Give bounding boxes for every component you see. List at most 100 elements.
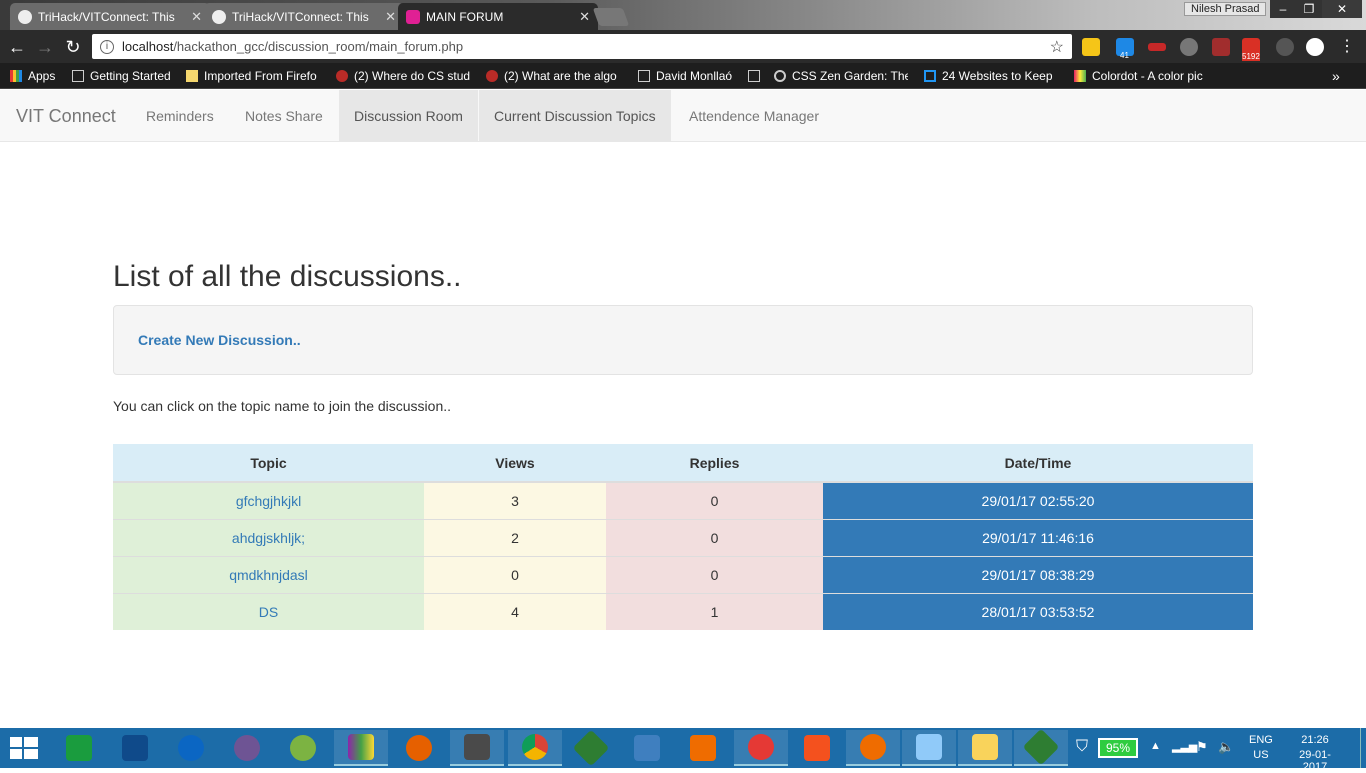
browser-tab-1[interactable]: TriHack/VITConnect: This ✕ [10, 3, 210, 30]
bookmark-apps[interactable]: Apps [10, 68, 66, 84]
bookmark-colordot[interactable]: Colordot - A color pic [1074, 68, 1210, 84]
folder-icon [186, 70, 198, 82]
teamviewer-app-icon[interactable] [164, 730, 218, 766]
bookmark-quora-1[interactable]: (2) Where do CS stud [336, 68, 472, 84]
bookmark-getting-started[interactable]: Getting Started [72, 68, 176, 84]
speaker-icon[interactable]: 🔈 [1218, 739, 1234, 755]
reload-icon[interactable]: ↻ [62, 36, 84, 58]
language-indicator[interactable]: ENG US [1249, 734, 1273, 761]
create-discussion-well: Create New Discussion.. [113, 305, 1253, 375]
site-brand[interactable]: VIT Connect [16, 90, 116, 142]
firefox-app-icon[interactable] [392, 730, 446, 766]
bookmark-quora-2[interactable]: (2) What are the algo [486, 68, 622, 84]
bookmark-css-zen[interactable]: CSS Zen Garden: The [774, 68, 908, 84]
chat-badge: 41 [1120, 51, 1129, 60]
todo-extension-icon[interactable] [1082, 38, 1100, 56]
defender-icon[interactable]: ⛉ [1076, 738, 1088, 756]
views-cell: 3 [424, 481, 606, 519]
vpn-extension-icon[interactable] [1180, 38, 1198, 56]
bookmark-label: Imported From Firefo [204, 69, 317, 83]
profile-button[interactable]: Nilesh Prasad [1184, 2, 1267, 16]
android-studio-app-icon[interactable] [276, 730, 330, 766]
browser-tab-2[interactable]: TriHack/VITConnect: This ✕ [204, 3, 404, 30]
new-tab-button[interactable] [592, 8, 630, 26]
battery-indicator[interactable]: 95% [1098, 738, 1138, 758]
apps-grid-icon [10, 70, 22, 82]
nav-attendence-manager[interactable]: Attendence Manager [674, 90, 834, 142]
ext-icon[interactable] [1306, 38, 1324, 56]
nav-notes-share[interactable]: Notes Share [230, 90, 338, 142]
pdf-app-icon[interactable] [846, 730, 900, 766]
sticky-app-icon[interactable] [734, 730, 788, 766]
u-icon [924, 70, 936, 82]
chat-extension-icon[interactable]: 41 [1116, 38, 1134, 60]
media-player-app-icon[interactable] [676, 730, 730, 766]
bookmark-imported-firefox[interactable]: Imported From Firefo [186, 68, 320, 84]
info-icon[interactable]: i [100, 39, 114, 54]
forward-arrow-icon[interactable]: → [34, 36, 56, 58]
maximize-button[interactable]: ❐ [1296, 0, 1322, 18]
page-icon [748, 70, 760, 82]
gmail-extension-icon[interactable]: 5192 [1242, 38, 1260, 61]
nav-reminders[interactable]: Reminders [131, 90, 229, 142]
close-tab-icon[interactable]: ✕ [385, 9, 396, 25]
close-tab-icon[interactable]: ✕ [579, 9, 590, 25]
bookmark-24-websites[interactable]: 24 Websites to Keep [924, 68, 1056, 84]
bookmark-label: CSS Zen Garden: The [792, 69, 908, 83]
explorer-app-icon[interactable] [958, 730, 1012, 766]
chrome-app-icon[interactable] [508, 730, 562, 766]
topic-link[interactable]: ahdgjskhljk; [113, 518, 424, 556]
powershell-app-icon[interactable] [108, 730, 162, 766]
region-code: US [1253, 749, 1269, 761]
capture-app-icon[interactable] [790, 730, 844, 766]
windows-start-icon[interactable] [10, 737, 38, 759]
winrar-app-icon[interactable] [334, 730, 388, 766]
browser-tab-3[interactable]: MAIN FORUM ✕ [398, 3, 598, 30]
store-app-icon[interactable] [52, 730, 106, 766]
site-navbar: VIT Connect Reminders Notes Share Discus… [0, 90, 1366, 142]
notepad-app-icon[interactable] [902, 730, 956, 766]
bookmark-star-icon[interactable]: ☆ [1050, 37, 1064, 57]
t-extension-icon[interactable] [1212, 38, 1230, 56]
language-code: ENG [1249, 734, 1273, 746]
git-gui-app-icon[interactable] [1014, 728, 1068, 766]
page-icon [638, 70, 650, 82]
header-topic: Topic [113, 444, 424, 483]
bookmark-label: 24 Websites to Keep [942, 69, 1053, 83]
show-desktop-button[interactable] [1360, 728, 1366, 768]
recording-extension-icon[interactable] [1148, 43, 1166, 51]
discussions-table: Topic Views Replies Date/Time gfchgjhkjk… [113, 444, 1253, 630]
topic-link[interactable]: DS [113, 592, 424, 630]
more-bookmarks-icon[interactable]: » [1332, 68, 1348, 84]
nav-discussion-room[interactable]: Discussion Room [339, 90, 478, 142]
bookmark-blank[interactable] [748, 68, 764, 84]
minimize-button[interactable]: – [1270, 0, 1296, 18]
sublime-app-icon[interactable] [450, 730, 504, 766]
github-desktop-app-icon[interactable] [220, 730, 274, 766]
network-icon[interactable]: ▂▃▅ [1172, 740, 1197, 753]
show-hidden-icons-icon[interactable]: ▲ [1150, 740, 1161, 752]
close-tab-icon[interactable]: ✕ [191, 9, 202, 25]
git-app-icon[interactable] [564, 729, 618, 767]
datetime-cell: 29/01/17 11:46:16 [823, 518, 1253, 556]
bulb-extension-icon[interactable] [1276, 38, 1294, 56]
close-window-button[interactable]: ✕ [1322, 0, 1362, 18]
create-discussion-link[interactable]: Create New Discussion.. [138, 332, 301, 348]
views-cell: 4 [424, 592, 606, 630]
clock[interactable]: 21:26 29-01-2017 [1288, 734, 1342, 773]
menu-icon[interactable]: ⋮ [1336, 36, 1358, 58]
browser-tab-strip: TriHack/VITConnect: This ✕ TriHack/VITCo… [0, 0, 1366, 30]
address-bar[interactable]: i localhost /hackathon_gcc/discussion_ro… [92, 34, 1072, 59]
table-header-row: Topic Views Replies Date/Time [113, 444, 1253, 483]
nav-current-discussion-topics[interactable]: Current Discussion Topics [479, 90, 671, 142]
back-arrow-icon[interactable]: ← [6, 36, 28, 58]
table-row: gfchgjhkjkl 3 0 29/01/17 02:55:20 [113, 481, 1253, 519]
flag-icon[interactable]: ⚑ [1196, 739, 1208, 755]
views-cell: 0 [424, 555, 606, 593]
bookmark-label: (2) Where do CS stud [354, 69, 471, 83]
bookmark-david[interactable]: David Monllaó [638, 68, 738, 84]
topic-link[interactable]: gfchgjhkjkl [113, 481, 424, 519]
bookmark-label: Apps [28, 69, 56, 83]
topic-link[interactable]: qmdkhnjdasl [113, 555, 424, 593]
virtualbox-app-icon[interactable] [620, 730, 674, 766]
